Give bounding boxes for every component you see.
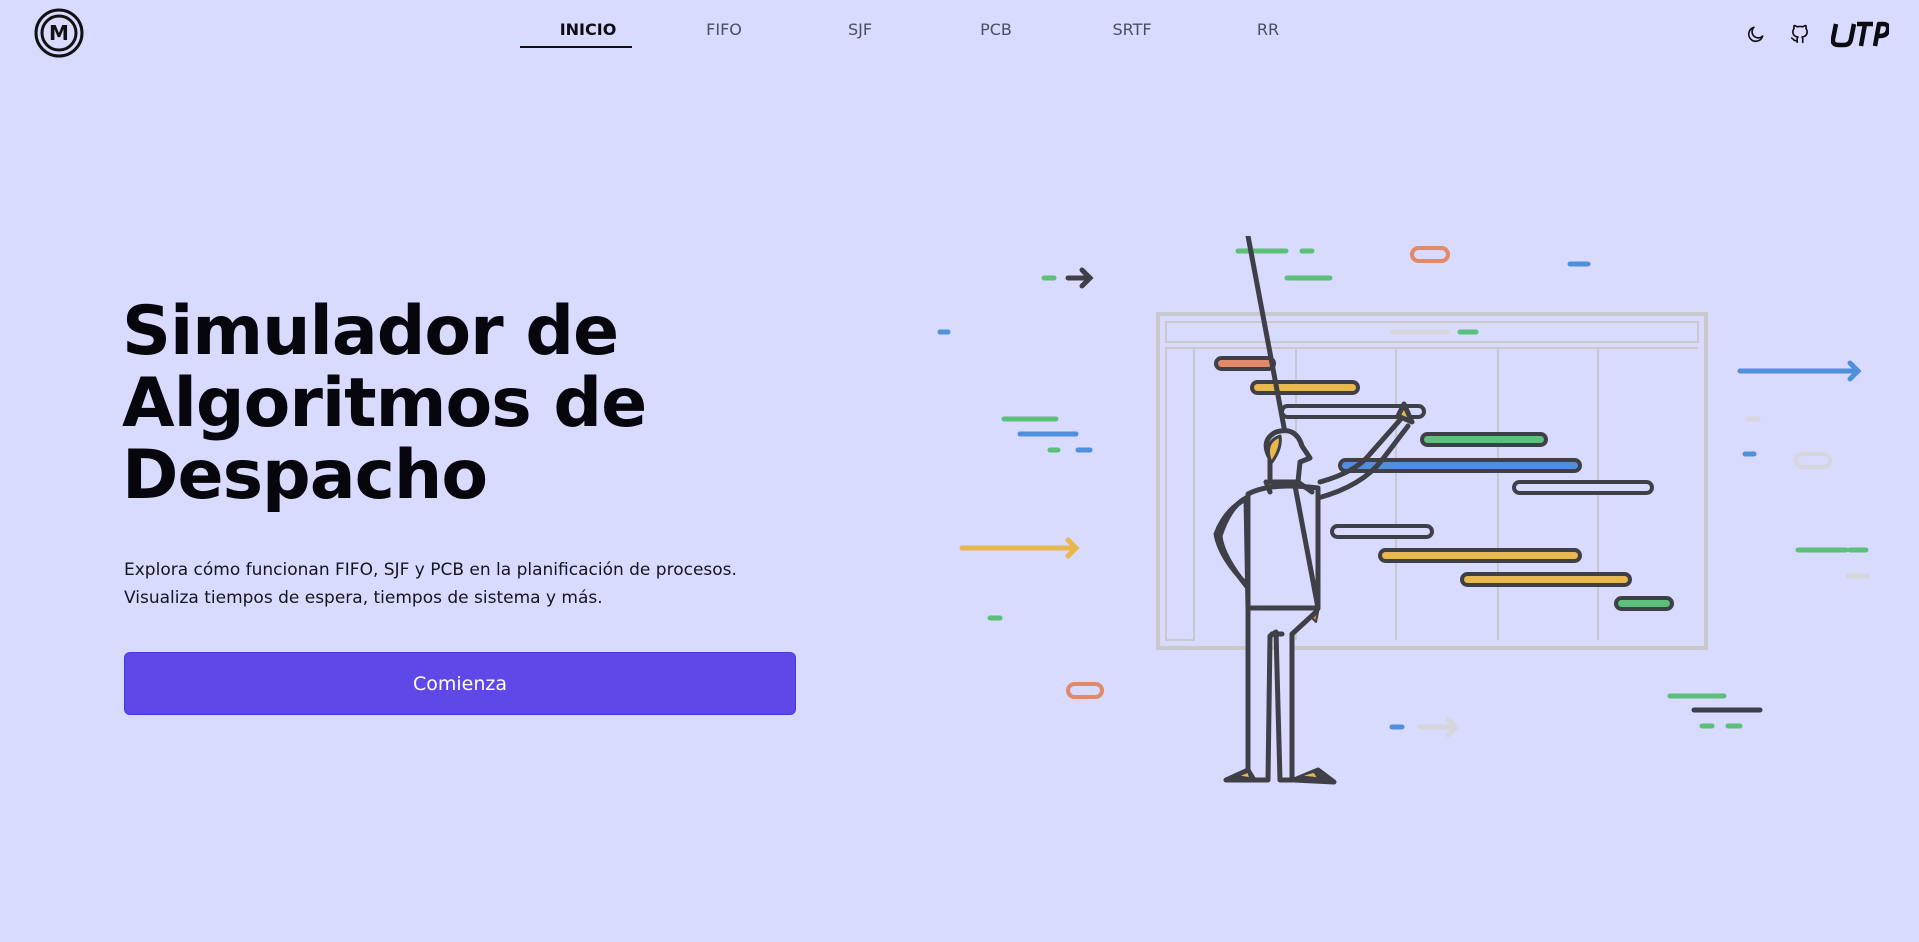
arrow-right-icon bbox=[959, 537, 1080, 559]
hero-title-line: Algoritmos de bbox=[122, 364, 647, 443]
utp-logo-link[interactable] bbox=[1831, 19, 1889, 49]
hero-description-line: Explora cómo funcionan FIFO, SJF y PCB e… bbox=[124, 560, 737, 580]
utp-logo-icon bbox=[1831, 21, 1889, 48]
site-logo[interactable]: M bbox=[34, 8, 84, 58]
nav-item-fifo[interactable]: FIFO bbox=[656, 0, 792, 48]
hero-title: Simulador de Algoritmos de Despacho bbox=[122, 296, 782, 512]
nav-item-inicio[interactable]: INICIO bbox=[520, 0, 656, 48]
github-icon bbox=[1790, 24, 1808, 44]
nav-label: FIFO bbox=[706, 20, 742, 39]
logo-m-icon: M bbox=[34, 8, 84, 58]
nav-item-rr[interactable]: RR bbox=[1200, 0, 1336, 48]
moon-icon bbox=[1747, 26, 1764, 43]
nav-label: SRTF bbox=[1112, 20, 1152, 39]
nav-label: INICIO bbox=[559, 20, 617, 39]
nav-label: RR bbox=[1256, 20, 1280, 39]
logo-letter: M bbox=[49, 21, 69, 45]
gantt-illustration bbox=[937, 236, 1870, 785]
hero-title-line: Despacho bbox=[122, 436, 488, 515]
github-link[interactable] bbox=[1787, 21, 1813, 47]
nav-label: PCB bbox=[980, 20, 1012, 39]
hero-title-line: Simulador de bbox=[122, 292, 619, 371]
hero-description-line: Visualiza tiempos de espera, tiempos de … bbox=[124, 588, 603, 608]
nav-label: SJF bbox=[847, 20, 873, 39]
main-nav: INICIO FIFO SJF PCB SRTF RR bbox=[520, 0, 1336, 60]
arrow-right-icon bbox=[1737, 360, 1862, 382]
nav-item-sjf[interactable]: SJF bbox=[792, 0, 928, 48]
arrow-right-icon bbox=[1417, 716, 1460, 738]
nav-item-srtf[interactable]: SRTF bbox=[1064, 0, 1200, 48]
hero-description: Explora cómo funcionan FIFO, SJF y PCB e… bbox=[124, 556, 844, 612]
nav-item-pcb[interactable]: PCB bbox=[928, 0, 1064, 48]
start-button[interactable]: Comienza bbox=[124, 652, 796, 715]
header-actions bbox=[1743, 18, 1889, 50]
page: M INICIO FIFO SJF PCB SRTF RR Simulador … bbox=[0, 0, 1919, 942]
top-navbar: M INICIO FIFO SJF PCB SRTF RR bbox=[0, 0, 1919, 68]
arrow-right-icon bbox=[1065, 267, 1094, 289]
theme-toggle-button[interactable] bbox=[1743, 21, 1769, 47]
